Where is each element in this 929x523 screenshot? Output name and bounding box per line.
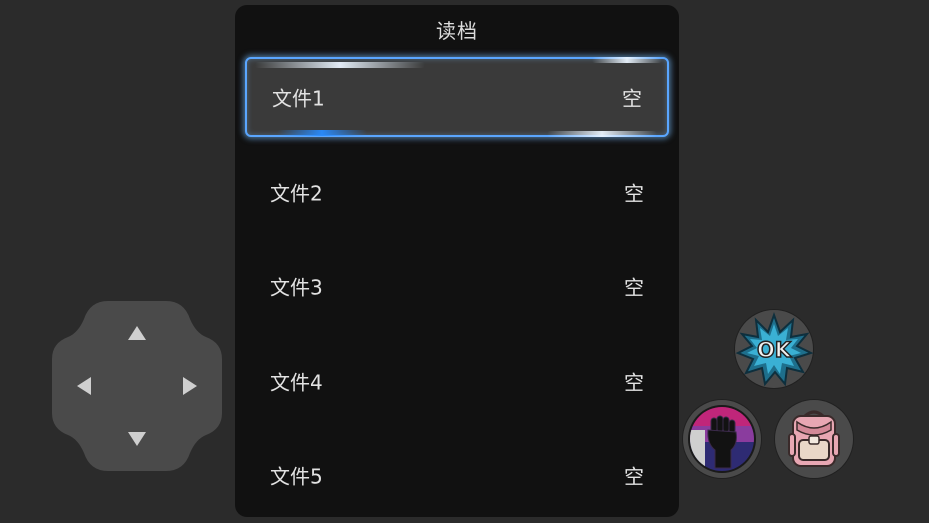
save-slot-3[interactable]: 文件3 空 [245, 246, 669, 326]
slot-status: 空 [624, 370, 644, 395]
dialog-title: 读档 [436, 19, 478, 43]
slot-name: 文件1 [272, 86, 325, 111]
glow-decoration [277, 130, 367, 136]
game-screen: 读档 文件1 空 文件2 空 文件3 空 文件4 空 文件5 空 OK [0, 0, 929, 523]
slot-name: 文件3 [270, 275, 323, 300]
ok-button[interactable]: OK [735, 310, 813, 388]
save-slot-5[interactable]: 文件5 空 [245, 435, 669, 515]
load-game-dialog: 读档 文件1 空 文件2 空 文件3 空 文件4 空 文件5 空 [235, 5, 679, 517]
backpack-icon [788, 410, 840, 467]
slot-name: 文件4 [270, 370, 323, 395]
frost-decoration [592, 57, 662, 63]
ok-label: OK [757, 338, 792, 362]
directional-pad [48, 297, 226, 475]
save-slot-1[interactable]: 文件1 空 [245, 57, 669, 137]
right-arrow-icon[interactable] [166, 361, 212, 411]
save-slot-4[interactable]: 文件4 空 [245, 341, 669, 421]
up-arrow-icon[interactable] [112, 311, 162, 357]
left-arrow-icon[interactable] [62, 361, 108, 411]
backpack-button[interactable] [775, 400, 853, 478]
frost-decoration [547, 131, 657, 137]
slot-status: 空 [624, 464, 644, 489]
slot-name: 文件2 [270, 181, 323, 206]
slot-status: 空 [622, 86, 642, 111]
down-arrow-icon[interactable] [112, 415, 162, 461]
frost-decoration [255, 62, 425, 68]
slot-name: 文件5 [270, 464, 323, 489]
fist-button[interactable] [683, 400, 761, 478]
slot-status: 空 [624, 275, 644, 300]
save-slot-2[interactable]: 文件2 空 [245, 152, 669, 232]
slot-status: 空 [624, 181, 644, 206]
